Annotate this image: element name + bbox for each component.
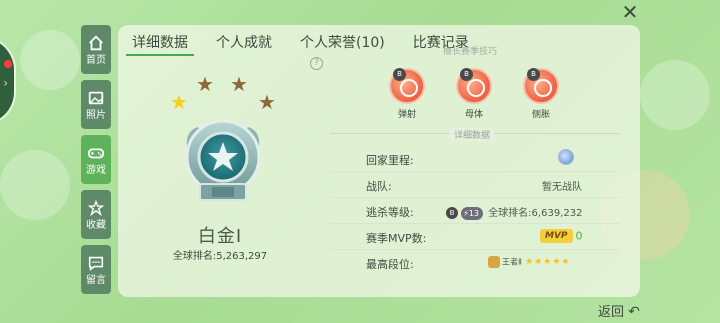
background-bubble <box>640 60 710 130</box>
level-badge-icon: B <box>446 207 458 219</box>
skill-grade-badge: B <box>527 68 540 81</box>
sidebar-item-label: 照片 <box>86 109 106 121</box>
star-icon: ★ <box>170 90 188 114</box>
stat-label: 回家里程: <box>366 154 414 167</box>
mvp-badge: MVP <box>540 229 573 243</box>
skill-name: 母体 <box>464 110 483 120</box>
sidebar-item-label: 收藏 <box>86 219 106 231</box>
background-bubble <box>20 30 80 90</box>
back-label: 返回 <box>598 305 625 320</box>
stat-label: 战队: <box>366 180 392 193</box>
tab-honors[interactable]: 个人荣誉(10) <box>294 30 391 56</box>
close-button[interactable]: ✕ <box>620 2 640 22</box>
tab-achievements[interactable]: 个人成就 <box>210 30 278 56</box>
skills-header: 擅长赛季技巧 <box>442 47 497 55</box>
tier-stars: ★★★★★ <box>525 257 571 267</box>
gamepad-icon <box>87 148 105 158</box>
battle-level-value: B ⚡13 全球排名:6,639,232 <box>446 204 582 220</box>
skill-item[interactable]: B 侧胀 <box>518 68 564 120</box>
sidebar-item-label: 留言 <box>86 274 106 286</box>
sidebar: 首页 照片 游戏 收藏 留言 <box>81 25 111 300</box>
message-icon <box>88 256 104 271</box>
star-icon: ★ <box>230 72 248 96</box>
stats-section-label: 详细数据 <box>450 128 495 141</box>
sidebar-item-collection[interactable]: 收藏 <box>81 190 111 239</box>
skill-icon: B <box>523 68 559 104</box>
mvp-count: 0 <box>575 229 583 243</box>
rank-name: 白金Ⅰ <box>197 226 243 247</box>
skill-grade-badge: B <box>460 68 473 81</box>
level-number: 13 <box>468 208 479 218</box>
king-tier-icon <box>488 256 500 268</box>
back-button[interactable]: 返回 ↶ <box>598 301 640 320</box>
mvp-value: MVP 0 <box>540 229 583 243</box>
back-arrow-icon: ↶ <box>628 304 640 320</box>
star-icon: ★ <box>196 72 214 96</box>
sidebar-item-photos[interactable]: 照片 <box>81 80 111 129</box>
skill-icon: B <box>389 68 425 104</box>
skill-name: 侧胀 <box>531 110 550 120</box>
sidebar-item-label: 游戏 <box>86 164 106 176</box>
stat-row-home-mileage: 回家里程: <box>330 146 620 172</box>
stats-section-title: 详细数据 <box>330 128 620 143</box>
team-value: 暂无战队 <box>542 182 582 193</box>
sidebar-item-games[interactable]: 游戏 <box>81 135 111 184</box>
skill-icon: B <box>456 68 492 104</box>
notification-dot <box>4 60 12 68</box>
sidebar-item-messages[interactable]: 留言 <box>81 245 111 294</box>
stat-label: 逃杀等级: <box>366 206 414 219</box>
rank-global-ranking: 全球排名:5,263,297 <box>172 251 268 262</box>
tab-details[interactable]: 详细数据 <box>126 30 194 56</box>
home-icon <box>89 34 103 50</box>
highest-tier-value: 王者Ⅱ ★★★★★ <box>488 256 570 268</box>
battle-global-rank: 全球排名:6,639,232 <box>488 208 583 219</box>
stat-row-battle-level: 逃杀等级: B ⚡13 全球排名:6,639,232 <box>330 198 620 224</box>
photo-icon <box>88 91 104 104</box>
stat-row-season-mvp: 赛季MVP数: MVP 0 <box>330 224 620 250</box>
skill-item[interactable]: B 弹射 <box>384 68 430 120</box>
rank-badge-icon <box>185 119 261 201</box>
stat-row-highest-tier: 最高段位: 王者Ⅱ ★★★★★ <box>330 250 620 276</box>
sidebar-item-home[interactable]: 首页 <box>81 25 111 74</box>
help-icon[interactable]: ? <box>310 57 323 70</box>
sidebar-item-label: 首页 <box>86 54 106 66</box>
skill-item[interactable]: B 母体 <box>451 68 497 120</box>
background-bubble <box>0 150 70 220</box>
skill-grade-badge: B <box>393 68 406 81</box>
skill-name: 弹射 <box>397 110 416 120</box>
chevron-right-icon: › <box>3 76 8 90</box>
stat-row-team: 战队: 暂无战队 <box>330 172 620 198</box>
globe-icon[interactable] <box>558 149 574 165</box>
star-icon: ★ <box>258 90 276 114</box>
collection-icon <box>87 199 105 216</box>
stat-label: 最高段位: <box>366 258 414 271</box>
skills-list: B 弹射 B 母体 B 侧胀 <box>384 68 564 128</box>
side-drawer-handle[interactable]: › <box>0 36 16 126</box>
stats-table: 回家里程: 战队: 暂无战队 逃杀等级: B ⚡13 全球排名:6,639,23… <box>330 146 620 276</box>
level-pill: ⚡13 <box>461 206 483 220</box>
stat-label: 赛季MVP数: <box>366 232 427 245</box>
tier-name: 王者Ⅱ <box>502 257 522 267</box>
